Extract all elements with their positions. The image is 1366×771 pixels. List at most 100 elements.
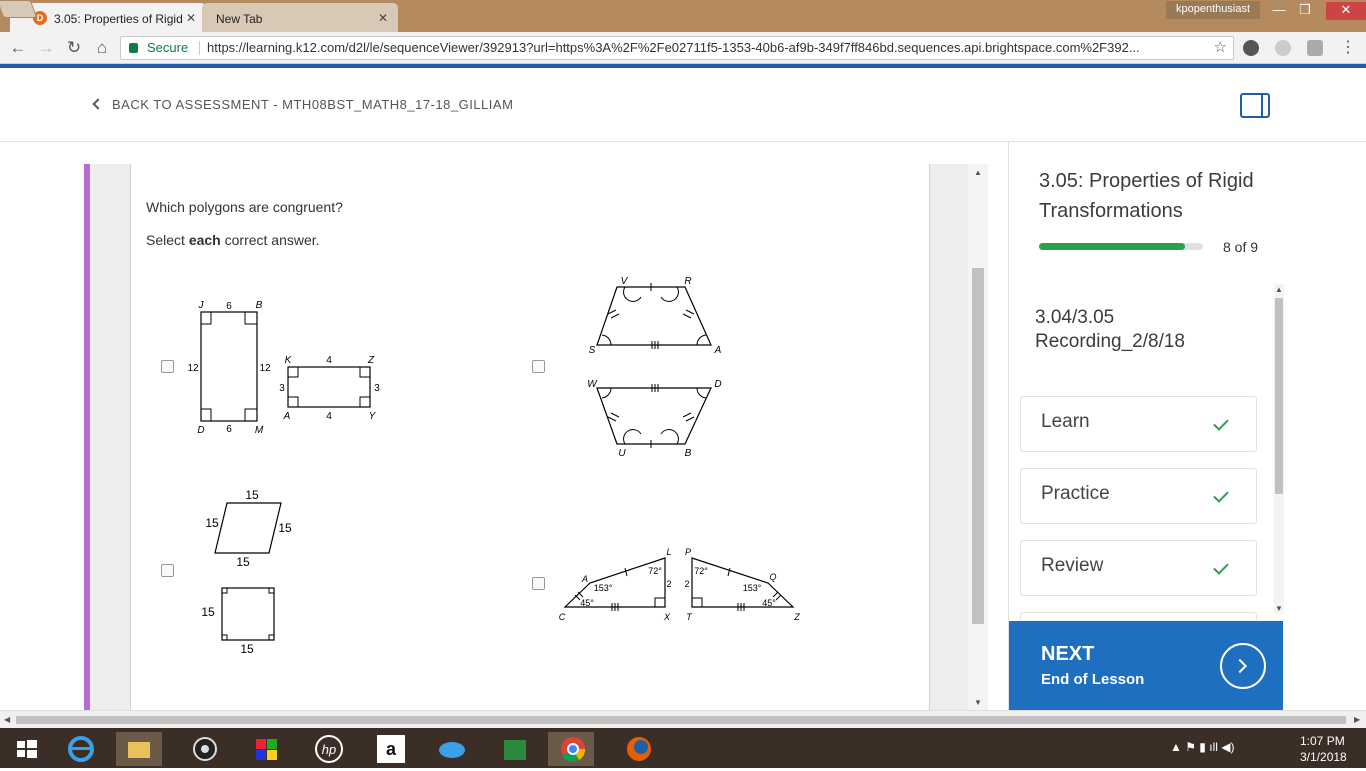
scroll-down-icon[interactable]: ▼ [1275,604,1283,613]
extension-globe-icon[interactable] [1243,40,1259,56]
lesson-item-next[interactable] [1020,612,1257,620]
menu-icon[interactable]: ⋮ [1338,38,1358,58]
close-window-icon[interactable]: ✕ [1326,2,1366,20]
angle-label: 153° [743,583,762,593]
lesson-item-practice[interactable]: Practice [1020,468,1257,524]
svg-text:a: a [386,739,397,759]
side-label: 2 [684,579,689,589]
lesson-item-list: 3.04/3.05 Recording_2/8/18 Learn Practic… [1009,282,1284,620]
right-angle-mark [654,597,665,607]
angle-label: 45° [762,598,776,608]
angle-label: 72° [648,566,662,576]
vertex-label: B [256,300,263,311]
divider [199,41,200,55]
profile-name[interactable]: kpopenthusiast [1166,1,1260,19]
windows-start-icon[interactable] [4,732,50,766]
scroll-right-icon[interactable]: ▶ [1354,715,1360,724]
lesson-item-review[interactable]: Review [1020,540,1257,596]
option-d-figure: L A C X 72° 153° 45° 2 P Q T Z 72° 153° … [559,547,801,622]
sidebar-toggle-icon[interactable] [1240,93,1270,118]
check-icon [1213,415,1229,431]
firefox-icon[interactable] [616,732,662,766]
vertex-label: Z [367,355,375,366]
vertex-label: J [198,300,205,311]
side-label: 12 [259,363,271,374]
file-explorer-icon[interactable] [116,732,162,766]
angle-label: 153° [594,583,613,593]
tab-new-tab[interactable]: New Tab ✕ [202,3,398,32]
address-bar[interactable]: Secure https://learning.k12.com/d2l/le/s… [120,36,1234,60]
content-scrollbar[interactable]: ▲ ▼ [968,164,988,710]
extension-h-icon[interactable] [1307,40,1323,56]
back-to-assessment-link[interactable]: BACK TO ASSESSMENT - MTH08BST_MATH8_17-1… [92,97,514,112]
back-to-assessment-label: BACK TO ASSESSMENT - MTH08BST_MATH8_17-1… [112,97,514,112]
clock-date[interactable]: 3/1/2018 [1300,750,1347,764]
forward-arrow-icon[interactable]: → [36,38,56,58]
webcam-app-icon[interactable] [182,732,228,766]
windows-taskbar: hp a ▲ ⚑ ▮ ıll ◀) 1:07 PM 3/1/2018 [0,728,1366,768]
secure-label: Secure [147,40,189,55]
internet-explorer-icon[interactable] [58,732,104,766]
close-tab-icon[interactable]: ✕ [186,11,196,25]
vertex-label: T [686,612,693,622]
lesson-item-learn[interactable]: Learn [1020,396,1257,452]
horizontal-scrollbar-thumb[interactable] [16,716,1346,724]
tick-marks [607,283,695,349]
back-arrow-icon[interactable]: ← [8,38,28,58]
left-gutter [90,164,130,710]
vertex-label: A [714,345,722,356]
system-tray[interactable]: ▲ ⚑ ▮ ıll ◀) [1170,740,1234,754]
angle-label: 45° [580,598,594,608]
right-angle-marks [288,367,370,407]
sidebar-scrollbar-thumb[interactable] [1275,298,1283,494]
page-horizontal-scrollbar[interactable]: ◀ ▶ [0,710,1366,728]
onedrive-icon[interactable] [430,732,476,766]
check-icon [1213,487,1229,503]
square [221,587,275,641]
url-text: https://learning.k12.com/d2l/le/sequence… [207,40,1140,55]
side-label: 15 [245,488,259,502]
lesson-header: BACK TO ASSESSMENT - MTH08BST_MATH8_17-1… [0,68,1366,142]
clock-time[interactable]: 1:07 PM [1300,734,1345,748]
chevron-right-circle-icon [1220,643,1266,689]
option-a-figure: J B D M 6 6 12 12 K Z A Y 4 4 3 3 [187,300,380,436]
sidebar-scrollbar[interactable]: ▲ ▼ [1274,284,1284,614]
next-button[interactable]: NEXT End of Lesson [1009,621,1283,710]
scrollbar-thumb[interactable] [972,268,984,624]
lesson-title: 3.05: Properties of Rigid Transformation… [1039,170,1254,222]
vertex-label: Y [369,411,377,422]
chevron-left-icon [92,98,104,110]
option-a-checkbox[interactable] [161,360,174,373]
option-c-figure: 15 15 15 15 15 15 [201,488,292,656]
side-label: 6 [226,424,232,435]
amazon-icon[interactable]: a [368,732,414,766]
close-tab-icon[interactable]: ✕ [378,11,388,25]
new-tab-button[interactable] [0,0,38,18]
lesson-item-label: Practice [1041,483,1110,504]
scroll-up-icon[interactable]: ▲ [974,168,982,177]
section-title: 3.04/3.05 Recording_2/8/18 [1035,307,1185,352]
option-b-figure: V R S A W D U B [587,276,722,459]
chrome-icon[interactable] [548,732,594,766]
side-label: 15 [201,605,215,619]
vertex-label: X [663,612,671,622]
option-c-checkbox[interactable] [161,564,174,577]
vertex-label: Q [769,572,776,582]
home-icon[interactable]: ⌂ [92,38,112,58]
bookmark-star-icon[interactable]: ☆ [1214,37,1227,59]
scroll-up-icon[interactable]: ▲ [1275,285,1283,294]
scroll-left-icon[interactable]: ◀ [4,715,10,724]
restore-icon[interactable]: ❐ [1290,2,1320,20]
extension-disabled-icon[interactable] [1275,40,1291,56]
option-b-checkbox[interactable] [532,360,545,373]
store-icon[interactable] [492,732,538,766]
vertex-label: A [283,411,291,422]
side-label: 15 [240,642,254,656]
tab-lesson[interactable]: D 3.05: Properties of Rigid ✕ [10,3,206,32]
reload-icon[interactable]: ↻ [64,38,84,58]
option-d-checkbox[interactable] [532,577,545,590]
paint-app-icon[interactable] [244,732,290,766]
scroll-down-icon[interactable]: ▼ [974,698,982,707]
hp-icon[interactable]: hp [306,732,352,766]
tab-lesson-label: 3.05: Properties of Rigid [54,12,183,26]
